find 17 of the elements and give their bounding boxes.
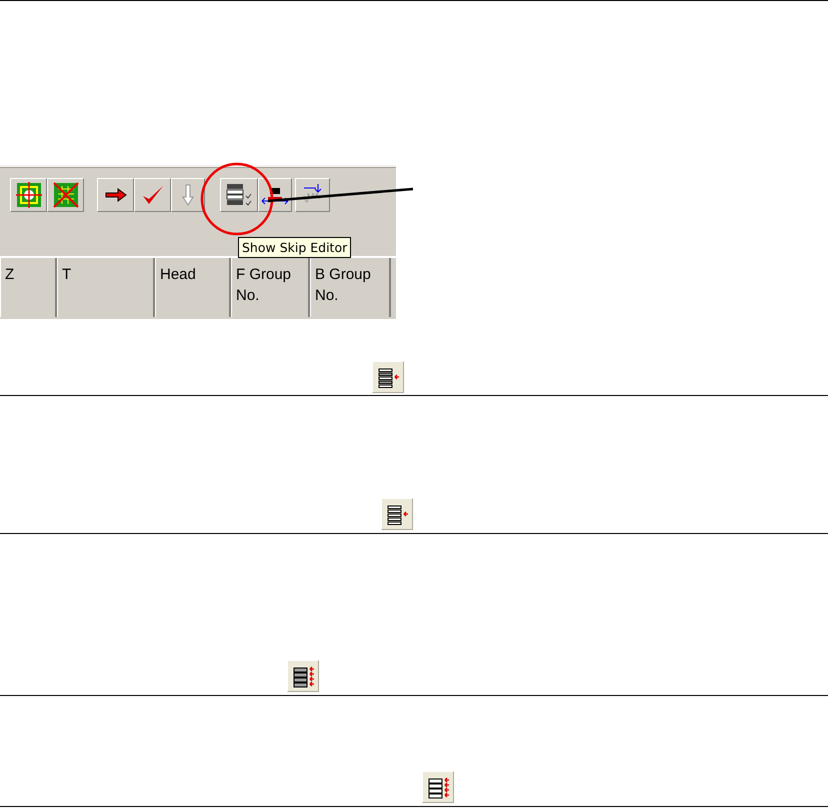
rows-with-arrows-icon — [291, 664, 315, 688]
column-header: Head — [155, 258, 231, 317]
toolbar-button[interactable] — [381, 498, 413, 530]
arrow-right-icon[interactable] — [97, 178, 134, 212]
arrow-down-icon[interactable] — [171, 178, 205, 212]
toolbar-button[interactable] — [287, 660, 319, 692]
toolbar-button[interactable] — [422, 771, 454, 803]
checkmark-icon[interactable] — [134, 178, 171, 212]
rows-with-arrows-icon — [426, 775, 450, 799]
spring-icon[interactable] — [295, 178, 330, 212]
column-header: Z — [0, 258, 57, 317]
tooltip: Show Skip Editor — [238, 237, 352, 258]
toolbar-button[interactable] — [372, 361, 404, 393]
skip-editor-icon[interactable] — [220, 178, 258, 212]
target-icon[interactable] — [10, 178, 47, 212]
crossed-grid-icon[interactable] — [47, 178, 84, 212]
column-header: T — [57, 258, 155, 317]
